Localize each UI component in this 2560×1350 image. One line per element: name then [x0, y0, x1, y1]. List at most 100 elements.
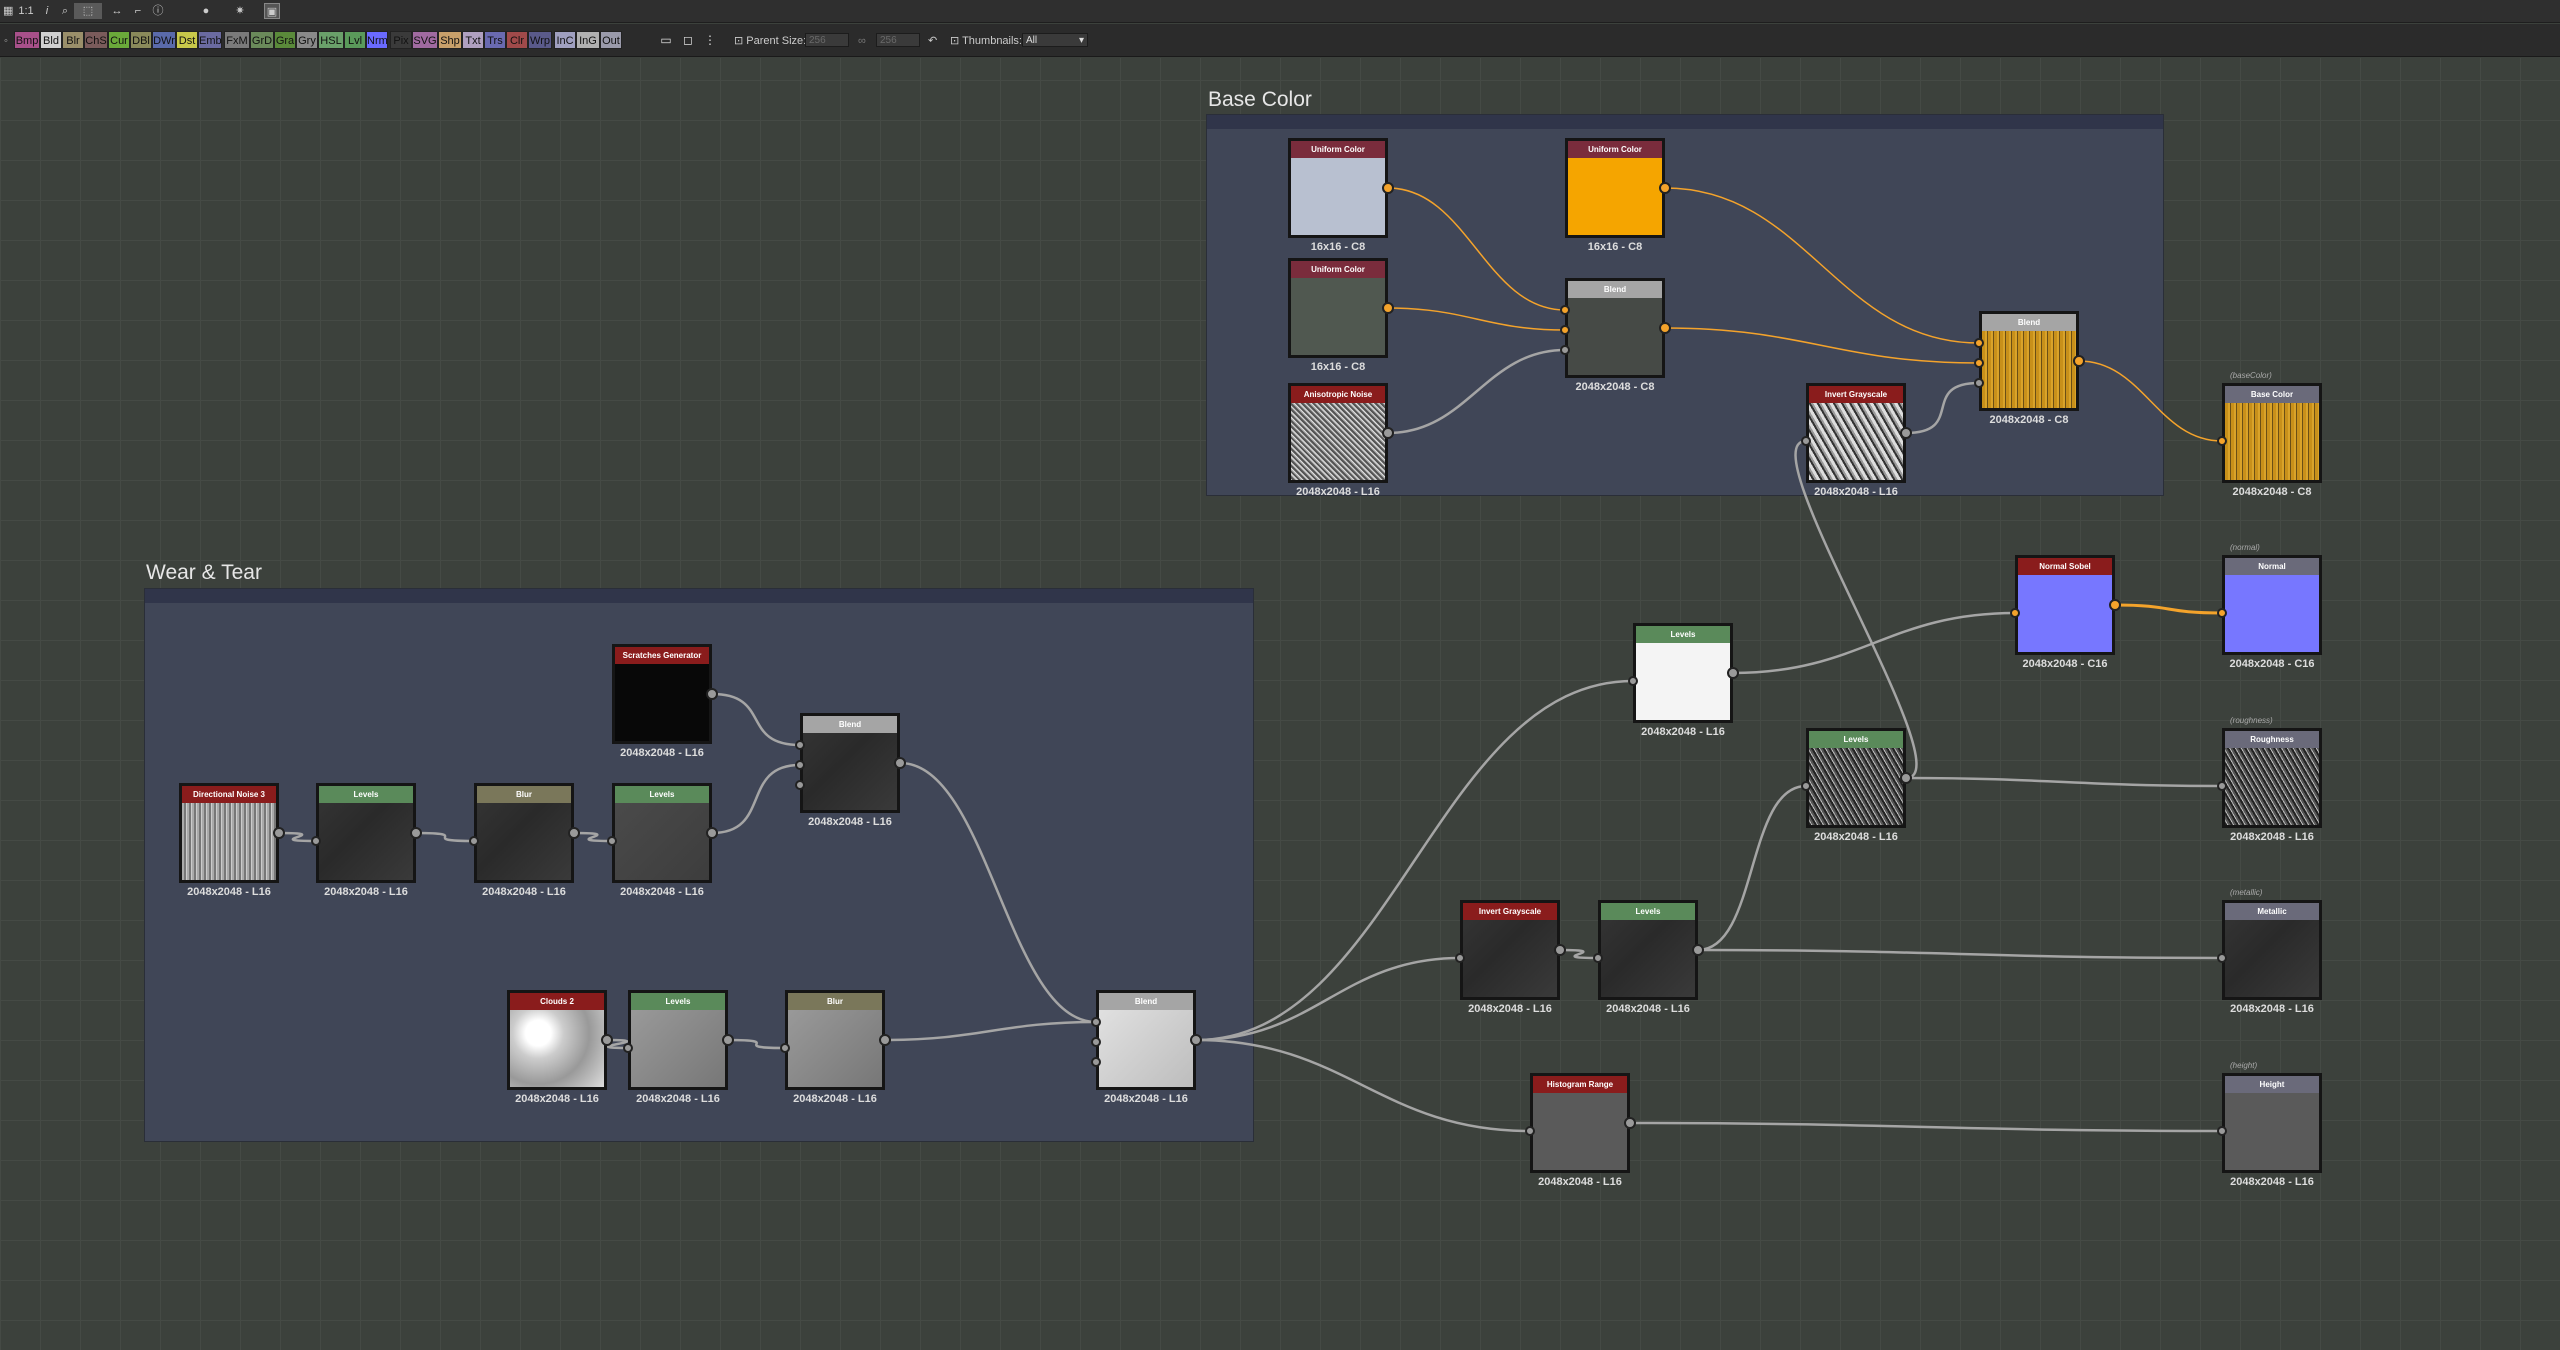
pin-icon[interactable]: ◦	[4, 32, 8, 50]
filter-button-dwr[interactable]: DWr	[152, 31, 176, 49]
node-scratches-generator[interactable]: Scratches Generator	[612, 644, 712, 744]
output-port[interactable]	[1382, 182, 1394, 194]
filter-button-grd[interactable]: GrD	[250, 31, 274, 49]
node-roughness[interactable]: Roughness	[2222, 728, 2322, 828]
node-blur[interactable]: Blur	[785, 990, 885, 1090]
filter-button-out[interactable]: Out	[600, 31, 622, 49]
filter-button-gry[interactable]: Gry	[296, 31, 318, 49]
filter-button-pix[interactable]: Pix	[390, 31, 412, 49]
input-port[interactable]	[1455, 953, 1465, 963]
filter-button-wrp[interactable]: Wrp	[528, 31, 552, 49]
input-port[interactable]	[795, 760, 805, 770]
node-metallic[interactable]: Metallic	[2222, 900, 2322, 1000]
output-port[interactable]	[273, 827, 285, 839]
input-port[interactable]	[1525, 1126, 1535, 1136]
input-port[interactable]	[1091, 1037, 1101, 1047]
output-port[interactable]	[1692, 944, 1704, 956]
node-base-color[interactable]: Base Color	[2222, 383, 2322, 483]
input-port[interactable]	[469, 836, 479, 846]
parent-height-field[interactable]: 256	[876, 33, 920, 47]
node-blend[interactable]: Blend	[1096, 990, 1196, 1090]
node-blend[interactable]: Blend	[1565, 278, 1665, 378]
node-anisotropic-noise[interactable]: Anisotropic Noise	[1288, 383, 1388, 483]
frame-title-wear-and-tear[interactable]: Wear & Tear	[146, 561, 262, 585]
node-levels[interactable]: Levels	[612, 783, 712, 883]
filter-button-hsl[interactable]: HSL	[318, 31, 344, 49]
filter-button-cur[interactable]: Cur	[108, 31, 130, 49]
input-port[interactable]	[2217, 608, 2227, 618]
output-port[interactable]	[2073, 355, 2085, 367]
output-port[interactable]	[706, 827, 718, 839]
filter-button-dbl[interactable]: DBl	[130, 31, 152, 49]
parent-width-field[interactable]: 256	[805, 33, 849, 47]
node-blur[interactable]: Blur	[474, 783, 574, 883]
input-port[interactable]	[2217, 436, 2227, 446]
filter-button-shp[interactable]: Shp	[438, 31, 462, 49]
output-port[interactable]	[706, 688, 718, 700]
filter-button-inc[interactable]: InC	[554, 31, 576, 49]
filter-button-svg[interactable]: SVG	[412, 31, 438, 49]
settings-icon[interactable]: ✷	[230, 3, 250, 19]
output-port[interactable]	[2109, 599, 2121, 611]
output-port[interactable]	[1659, 182, 1671, 194]
output-port[interactable]	[1659, 322, 1671, 334]
filter-button-chs[interactable]: ChS	[84, 31, 108, 49]
filter-button-bmp[interactable]: Bmp	[14, 31, 40, 49]
output-port[interactable]	[1727, 667, 1739, 679]
move-icon[interactable]: ↔	[106, 3, 128, 19]
input-port[interactable]	[2217, 1126, 2227, 1136]
input-port[interactable]	[1560, 345, 1570, 355]
input-port[interactable]	[2010, 608, 2020, 618]
output-port[interactable]	[879, 1034, 891, 1046]
node-uniform-color[interactable]: Uniform Color	[1288, 258, 1388, 358]
output-port[interactable]	[1900, 427, 1912, 439]
output-port[interactable]	[894, 757, 906, 769]
node-directional-noise-3[interactable]: Directional Noise 3	[179, 783, 279, 883]
link-icon[interactable]: ∞	[858, 32, 866, 50]
input-port[interactable]	[795, 740, 805, 750]
output-port[interactable]	[568, 827, 580, 839]
info-icon[interactable]: i	[40, 3, 54, 19]
output-port[interactable]	[410, 827, 422, 839]
node-levels[interactable]: Levels	[1806, 728, 1906, 828]
node-levels[interactable]: Levels	[628, 990, 728, 1090]
input-port[interactable]	[1560, 305, 1570, 315]
input-port[interactable]	[1593, 953, 1603, 963]
node-levels[interactable]: Levels	[1598, 900, 1698, 1000]
bulb-icon[interactable]: ●	[196, 3, 216, 19]
select-icon[interactable]: ⬚	[74, 3, 102, 19]
zoom-icon[interactable]: ⌕	[58, 3, 72, 19]
node-normal-sobel[interactable]: Normal Sobel	[2015, 555, 2115, 655]
input-port[interactable]	[1801, 781, 1811, 791]
grid-icon[interactable]: ▦	[3, 3, 13, 19]
filter-button-bld[interactable]: Bld	[40, 31, 62, 49]
frame-toggle-icon[interactable]: ◻	[680, 32, 696, 48]
thumbnails-select[interactable]: All ▾	[1022, 33, 1088, 47]
node-blend[interactable]: Blend	[800, 713, 900, 813]
input-port[interactable]	[1628, 676, 1638, 686]
output-port[interactable]	[1190, 1034, 1202, 1046]
filter-button-nrm[interactable]: Nrm	[366, 31, 388, 49]
filter-button-txt[interactable]: Txt	[462, 31, 484, 49]
filter-button-emb[interactable]: Emb	[198, 31, 222, 49]
output-port[interactable]	[1900, 772, 1912, 784]
input-port[interactable]	[1974, 338, 1984, 348]
input-port[interactable]	[2217, 953, 2227, 963]
filter-button-dst[interactable]: Dst	[176, 31, 198, 49]
node-uniform-color[interactable]: Uniform Color	[1288, 138, 1388, 238]
filter-button-gra[interactable]: Gra	[274, 31, 296, 49]
filter-button-fxm[interactable]: FxM	[224, 31, 250, 49]
input-port[interactable]	[1974, 358, 1984, 368]
node-histogram-range[interactable]: Histogram Range	[1530, 1073, 1630, 1173]
filter-button-blr[interactable]: Blr	[62, 31, 84, 49]
output-port[interactable]	[1554, 944, 1566, 956]
output-port[interactable]	[1382, 427, 1394, 439]
input-port[interactable]	[795, 780, 805, 790]
window-icon[interactable]: ▣	[264, 3, 280, 19]
node-invert-grayscale[interactable]: Invert Grayscale	[1460, 900, 1560, 1000]
node-levels[interactable]: Levels	[316, 783, 416, 883]
thumbnails-check-icon[interactable]: ⊡	[950, 35, 962, 47]
node-height[interactable]: Height	[2222, 1073, 2322, 1173]
filter-button-trs[interactable]: Trs	[484, 31, 506, 49]
frame-header[interactable]	[1207, 115, 2163, 129]
